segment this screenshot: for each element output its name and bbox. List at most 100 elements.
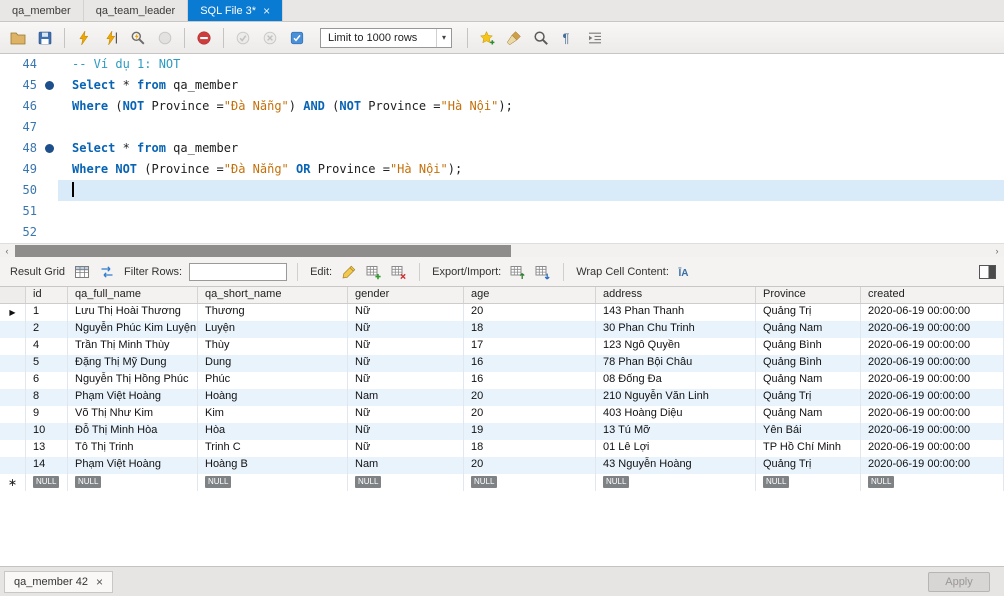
- cell-null-qa-short-name[interactable]: NULL: [198, 474, 348, 491]
- cell-qa-full-name[interactable]: Phạm Việt Hoàng: [68, 389, 198, 406]
- cell-gender[interactable]: Nữ: [348, 372, 464, 389]
- cell-gender[interactable]: Nữ: [348, 321, 464, 338]
- cell-null-created[interactable]: NULL: [861, 474, 1004, 491]
- open-script-icon[interactable]: [6, 26, 30, 50]
- cell-id[interactable]: 9: [26, 406, 68, 423]
- cell-address[interactable]: 123 Ngô Quyền: [596, 338, 756, 355]
- cell-address[interactable]: 13 Tú Mỡ: [596, 423, 756, 440]
- cell-qa-full-name[interactable]: Trần Thị Minh Thùy: [68, 338, 198, 355]
- cell-address[interactable]: 08 Đống Đa: [596, 372, 756, 389]
- cell-created[interactable]: 2020-06-19 00:00:00: [861, 440, 1004, 457]
- cell-address[interactable]: 210 Nguyễn Văn Linh: [596, 389, 756, 406]
- editor-line-51[interactable]: 51: [0, 201, 1004, 222]
- cell-created[interactable]: 2020-06-19 00:00:00: [861, 304, 1004, 321]
- cell-age[interactable]: 16: [464, 355, 596, 372]
- cell-province[interactable]: Yên Bái: [756, 423, 861, 440]
- editor-line-49[interactable]: 49Where NOT (Province ="Đà Nẵng" OR Prov…: [0, 159, 1004, 180]
- cell-qa-full-name[interactable]: Nguyễn Phúc Kim Luyện: [68, 321, 198, 338]
- cell-age[interactable]: 20: [464, 406, 596, 423]
- insert-row-icon[interactable]: [364, 262, 384, 282]
- export-icon[interactable]: [508, 262, 528, 282]
- table-row[interactable]: 10Đỗ Thị Minh HòaHòaNữ1913 Tú MỡYên Bái2…: [0, 423, 1004, 440]
- editor-line-46[interactable]: 46Where (NOT Province ="Đà Nẵng") AND (N…: [0, 96, 1004, 117]
- wrap-cell-icon[interactable]: ĪA: [676, 262, 696, 282]
- stop-icon[interactable]: [153, 26, 177, 50]
- cell-id[interactable]: 2: [26, 321, 68, 338]
- cell-created[interactable]: 2020-06-19 00:00:00: [861, 355, 1004, 372]
- cell-address[interactable]: 403 Hoàng Diệu: [596, 406, 756, 423]
- cell-qa-full-name[interactable]: Võ Thị Như Kim: [68, 406, 198, 423]
- cell-province[interactable]: Quảng Bình: [756, 355, 861, 372]
- swap-columns-icon[interactable]: [97, 262, 117, 282]
- cell-id[interactable]: 6: [26, 372, 68, 389]
- editor-tab-qa-team-leader[interactable]: qa_team_leader: [84, 0, 189, 21]
- cell-qa-full-name[interactable]: Phạm Việt Hoàng: [68, 457, 198, 474]
- editor-horizontal-scrollbar[interactable]: ‹ ›: [0, 243, 1004, 257]
- beautify-icon[interactable]: [502, 26, 526, 50]
- column-header-qa-short-name[interactable]: qa_short_name: [198, 287, 348, 303]
- cell-qa-short-name[interactable]: Hoàng: [198, 389, 348, 406]
- cell-id[interactable]: 4: [26, 338, 68, 355]
- result-grid-icon[interactable]: [72, 262, 92, 282]
- find-icon[interactable]: [529, 26, 553, 50]
- cell-address[interactable]: 43 Nguyễn Hoàng: [596, 457, 756, 474]
- cell-id[interactable]: 5: [26, 355, 68, 372]
- cell-qa-short-name[interactable]: Phúc: [198, 372, 348, 389]
- table-row[interactable]: 4Trần Thị Minh ThùyThùyNữ17123 Ngô Quyền…: [0, 338, 1004, 355]
- cell-age[interactable]: 17: [464, 338, 596, 355]
- scroll-left-arrow-icon[interactable]: ‹: [0, 244, 14, 258]
- cell-province[interactable]: Quảng Trị: [756, 457, 861, 474]
- editor-line-44[interactable]: 44-- Ví dụ 1: NOT: [0, 54, 1004, 75]
- cell-gender[interactable]: Nữ: [348, 423, 464, 440]
- editor-tab-qa-member[interactable]: qa_member: [0, 0, 84, 21]
- close-tab-icon[interactable]: ×: [263, 5, 270, 17]
- cell-age[interactable]: 18: [464, 321, 596, 338]
- table-row[interactable]: 5Đặng Thị Mỹ DungDungNữ1678 Phan Bội Châ…: [0, 355, 1004, 372]
- scrollbar-thumb[interactable]: [15, 245, 511, 257]
- result-tab-qa-member[interactable]: qa_member 42 ×: [4, 571, 113, 593]
- limit-rows-dropdown[interactable]: Limit to 1000 rows▾: [320, 28, 452, 48]
- cell-address[interactable]: 01 Lê Lợi: [596, 440, 756, 457]
- cell-id[interactable]: 1: [26, 304, 68, 321]
- cell-null-province[interactable]: NULL: [756, 474, 861, 491]
- panel-toggle-icon[interactable]: [979, 265, 996, 279]
- cell-gender[interactable]: Nam: [348, 389, 464, 406]
- cell-qa-short-name[interactable]: Dung: [198, 355, 348, 372]
- indent-icon[interactable]: [583, 26, 607, 50]
- cell-province[interactable]: TP Hồ Chí Minh: [756, 440, 861, 457]
- cell-age[interactable]: 16: [464, 372, 596, 389]
- cell-age[interactable]: 18: [464, 440, 596, 457]
- cell-address[interactable]: 143 Phan Thanh: [596, 304, 756, 321]
- cell-qa-full-name[interactable]: Đỗ Thị Minh Hòa: [68, 423, 198, 440]
- cell-id[interactable]: 8: [26, 389, 68, 406]
- cell-qa-short-name[interactable]: Thương: [198, 304, 348, 321]
- save-snippet-icon[interactable]: [475, 26, 499, 50]
- table-row[interactable]: ▶1Lưu Thị Hoài ThươngThươngNữ20143 Phan …: [0, 304, 1004, 321]
- cell-qa-full-name[interactable]: Lưu Thị Hoài Thương: [68, 304, 198, 321]
- toggle-stop-on-error-icon[interactable]: [192, 26, 216, 50]
- cell-created[interactable]: 2020-06-19 00:00:00: [861, 321, 1004, 338]
- execute-current-statement-icon[interactable]: [99, 26, 123, 50]
- cell-id[interactable]: 10: [26, 423, 68, 440]
- editor-line-50[interactable]: 50: [0, 180, 1004, 201]
- cell-id[interactable]: 13: [26, 440, 68, 457]
- editor-line-45[interactable]: 45Select * from qa_member: [0, 75, 1004, 96]
- table-row[interactable]: 13Tô Thị TrinhTrinh CNữ1801 Lê LợiTP Hồ …: [0, 440, 1004, 457]
- cell-province[interactable]: Quảng Nam: [756, 372, 861, 389]
- invisible-characters-icon[interactable]: ¶: [556, 26, 580, 50]
- table-row[interactable]: 6Nguyễn Thị Hồng PhúcPhúcNữ1608 Đống ĐaQ…: [0, 372, 1004, 389]
- cell-gender[interactable]: Nữ: [348, 440, 464, 457]
- cell-null-qa-full-name[interactable]: NULL: [68, 474, 198, 491]
- cell-gender[interactable]: Nam: [348, 457, 464, 474]
- execute-icon[interactable]: [72, 26, 96, 50]
- column-header-created[interactable]: created: [861, 287, 1004, 303]
- import-icon[interactable]: [533, 262, 553, 282]
- cell-created[interactable]: 2020-06-19 00:00:00: [861, 406, 1004, 423]
- cell-created[interactable]: 2020-06-19 00:00:00: [861, 423, 1004, 440]
- table-row[interactable]: 9Võ Thị Như KimKimNữ20403 Hoàng DiệuQuản…: [0, 406, 1004, 423]
- cell-qa-full-name[interactable]: Đặng Thị Mỹ Dung: [68, 355, 198, 372]
- editor-tab-sql-file-3[interactable]: SQL File 3*×: [188, 0, 283, 21]
- cell-qa-short-name[interactable]: Hoàng B: [198, 457, 348, 474]
- editor-line-47[interactable]: 47: [0, 117, 1004, 138]
- column-header-address[interactable]: address: [596, 287, 756, 303]
